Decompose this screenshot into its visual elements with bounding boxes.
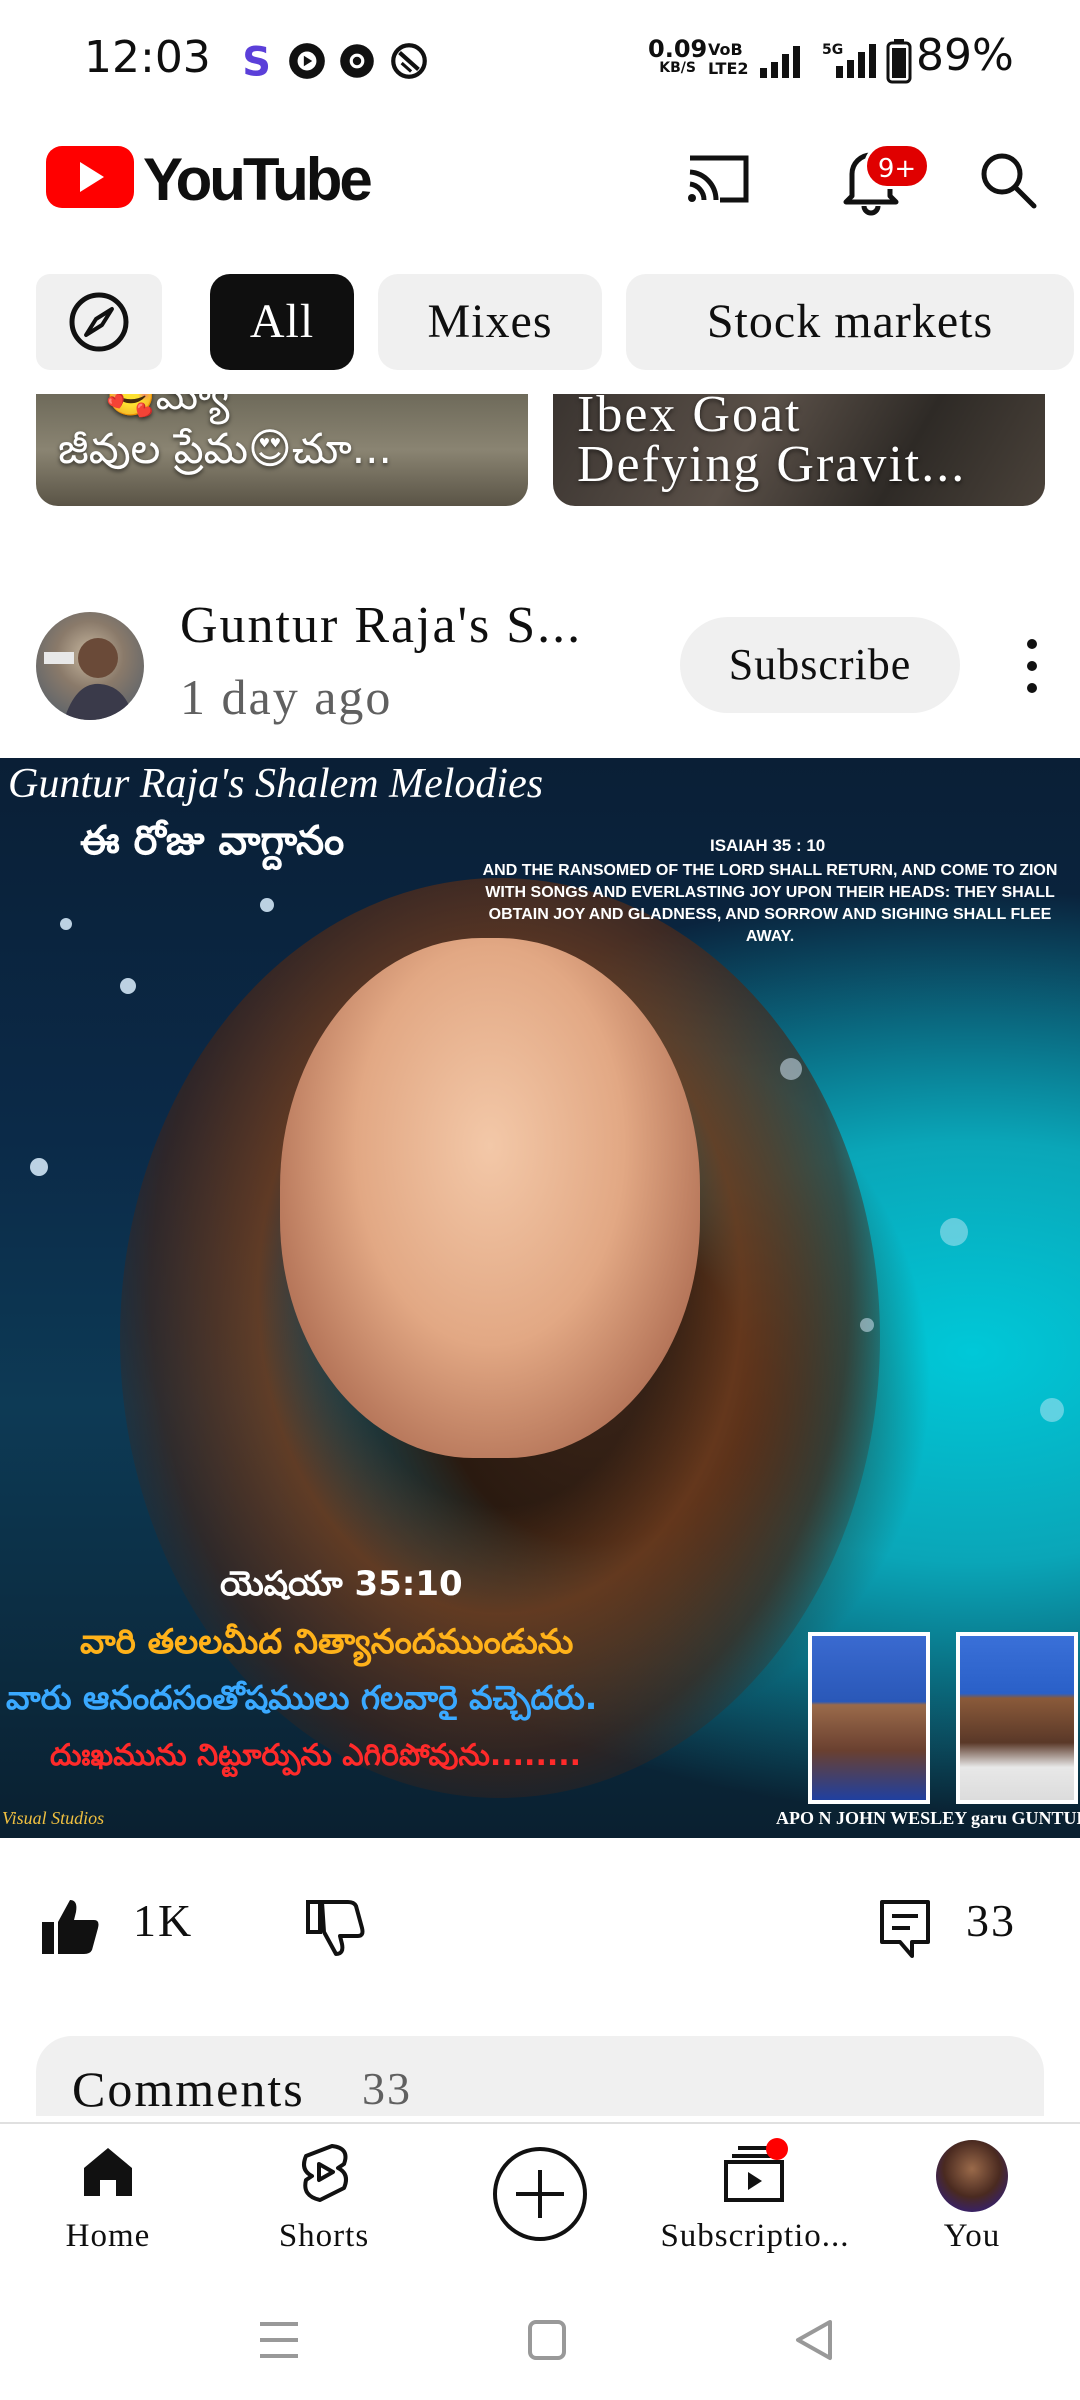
bokeh-dot xyxy=(120,978,136,994)
explore-chip[interactable] xyxy=(36,274,162,370)
short-title: జీవుల ప్రేమ😍చూ... xyxy=(58,424,392,473)
back-triangle-icon xyxy=(796,2320,832,2360)
search-button[interactable] xyxy=(976,148,1040,212)
image-credit: APO N JOHN WESLEY garu GUNTUR RAJA garu xyxy=(776,1808,1080,1828)
post-image[interactable]: Guntur Raja's Shalem Melodies ఈ రోజు వాగ… xyxy=(0,758,1080,1838)
image-telugu-reference: యెషయా 35:10 xyxy=(220,1564,463,1604)
nav-create-button[interactable] xyxy=(440,2142,640,2252)
like-button[interactable] xyxy=(40,1896,102,1958)
bokeh-dot xyxy=(860,1318,874,1332)
back-button[interactable] xyxy=(786,2316,840,2364)
nav-you[interactable]: You xyxy=(872,2140,1072,2270)
short-card[interactable]: Ibex Goat Defying Gravit... xyxy=(553,394,1045,506)
comments-count: 33 xyxy=(362,2063,412,2114)
image-portrait-2 xyxy=(956,1632,1078,1804)
comment-icon xyxy=(880,1900,930,1958)
comments-label: Comments xyxy=(72,2061,305,2117)
compass-icon xyxy=(69,292,129,352)
thumbs-down-icon xyxy=(306,1900,365,1956)
subscribe-button[interactable]: Subscribe xyxy=(680,617,960,713)
search-icon xyxy=(981,153,1037,209)
signal-5g-icon: 5G xyxy=(822,42,876,78)
status-time: 12:03 xyxy=(84,32,211,83)
thumbs-up-icon xyxy=(42,1900,99,1954)
shield-app-icon xyxy=(391,43,427,79)
svg-text:5G: 5G xyxy=(822,42,843,58)
nav-shorts-label: Shorts xyxy=(278,2218,370,2254)
channel-avatar[interactable] xyxy=(36,612,144,720)
image-verse-reference: ISAIAH 35 : 10 xyxy=(710,836,826,855)
volte-indicator: VoB LTE2 xyxy=(708,40,749,78)
comment-button[interactable] xyxy=(878,1898,932,1960)
s-app-icon: S xyxy=(242,40,271,82)
bokeh-dot xyxy=(940,1218,968,1246)
status-bar: 12:03 S 0.09 KB/S VoB LTE2 5G 89% xyxy=(0,0,1080,118)
bokeh-dot xyxy=(60,918,72,930)
nav-home[interactable]: Home xyxy=(8,2140,208,2270)
avatar xyxy=(936,2140,1008,2212)
youtube-logo-icon[interactable] xyxy=(46,146,134,208)
cast-button[interactable] xyxy=(684,148,754,208)
short-card[interactable]: 🥰మ్యో జీవుల ప్రేమ😍చూ... xyxy=(36,394,528,506)
recents-button[interactable] xyxy=(252,2316,306,2364)
image-verse-text: AND THE RANSOMED OF THE LORD SHALL RETUR… xyxy=(482,862,1058,945)
post-timestamp: 1 day ago xyxy=(180,669,393,725)
image-line-1: వారి తలలమీద నిత్యానందముండును xyxy=(80,1622,574,1662)
svg-text:S: S xyxy=(242,40,271,82)
chip-stock-markets[interactable]: Stock markets xyxy=(626,274,1074,370)
more-options-button[interactable] xyxy=(1010,634,1054,698)
more-vert-icon xyxy=(1027,639,1037,693)
image-line-3: దుఃఖమును నిట్టూర్పును ఎగిరిపోవును.......… xyxy=(50,1738,582,1773)
signal-icon xyxy=(760,46,800,78)
bokeh-dot xyxy=(1040,1398,1064,1422)
new-content-dot xyxy=(766,2138,788,2160)
bokeh-dot xyxy=(780,1058,802,1080)
home-system-button[interactable] xyxy=(520,2316,574,2364)
nav-subscriptions-label: Subscriptio... xyxy=(660,2218,850,2254)
nav-home-label: Home xyxy=(65,2218,151,2254)
network-speed: 0.09 KB/S xyxy=(648,35,708,76)
image-line-2: వారు ఆనందసంతోషములు గలవారై వచ్చెదరు. xyxy=(6,1678,598,1717)
channel-name[interactable]: Guntur Raja's S... xyxy=(180,596,582,655)
nav-you-label: You xyxy=(943,2218,1001,2254)
battery-percent: 89% xyxy=(916,30,1014,81)
battery-icon xyxy=(886,39,912,84)
chrome-icon xyxy=(340,44,374,78)
image-portrait-1 xyxy=(808,1632,930,1804)
nav-shorts[interactable]: Shorts xyxy=(224,2140,424,2270)
youtube-logo-text[interactable]: YouTube xyxy=(143,145,373,214)
create-icon xyxy=(493,2147,587,2241)
image-studio-logo: Visual Studios xyxy=(2,1808,105,1828)
home-icon xyxy=(84,2148,132,2196)
square-icon xyxy=(528,2320,566,2360)
bokeh-dot xyxy=(260,898,274,912)
bokeh-dot xyxy=(30,1158,48,1176)
chip-mixes[interactable]: Mixes xyxy=(378,274,602,370)
image-header-text: Guntur Raja's Shalem Melodies xyxy=(8,761,544,807)
comment-count: 33 xyxy=(966,1895,1016,1946)
image-face-shape xyxy=(280,938,700,1458)
dislike-button[interactable] xyxy=(304,1896,366,1958)
like-count: 1K xyxy=(133,1895,194,1946)
chip-all[interactable]: All xyxy=(210,274,354,370)
shorts-icon xyxy=(302,2144,348,2202)
short-title: Ibex Goat Defying Gravit... xyxy=(577,394,967,493)
play-notification-icon xyxy=(289,43,325,79)
nav-subscriptions[interactable]: Subscriptio... xyxy=(650,2138,860,2270)
menu-icon xyxy=(260,2322,298,2358)
notification-badge: 9+ xyxy=(864,143,930,189)
image-telugu-heading: ఈ రోజు వాగ్దానం xyxy=(80,818,345,864)
